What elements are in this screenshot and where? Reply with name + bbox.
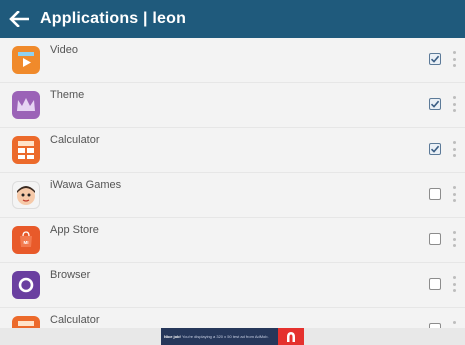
checkmark-icon	[430, 55, 440, 63]
back-arrow-icon[interactable]	[8, 8, 30, 30]
svg-text:MI: MI	[24, 240, 29, 245]
ad-banner-bar: Nice job! You're displaying a 320 x 50 t…	[0, 328, 465, 345]
more-options-icon[interactable]	[451, 231, 457, 247]
ad-lead: Nice job!	[164, 334, 181, 339]
video-app-icon	[12, 46, 40, 74]
calculator-app-icon	[12, 136, 40, 164]
more-options-icon[interactable]	[451, 321, 457, 328]
app-checkbox[interactable]	[429, 143, 441, 155]
list-item[interactable]: Browser	[0, 263, 465, 308]
calculator-app-icon	[12, 316, 40, 328]
app-name: Calculator	[50, 314, 100, 326]
more-options-icon[interactable]	[451, 276, 457, 292]
app-checkbox[interactable]	[429, 53, 441, 65]
app-name: Browser	[50, 269, 91, 281]
page-title: Applications | leon	[40, 10, 187, 27]
more-options-icon[interactable]	[451, 51, 457, 67]
list-item[interactable]: iWawa Games	[0, 173, 465, 218]
more-options-icon[interactable]	[451, 186, 457, 202]
ad-banner[interactable]: Nice job! You're displaying a 320 x 50 t…	[161, 328, 304, 345]
app-store-app-icon: MI	[12, 226, 40, 254]
ad-text: Nice job! You're displaying a 320 x 50 t…	[164, 334, 274, 339]
app-name: Theme	[50, 89, 85, 101]
app-name: iWawa Games	[50, 179, 122, 191]
iwawa-games-app-icon	[12, 181, 40, 209]
app-bar: Applications | leon	[0, 0, 465, 38]
list-item[interactable]: Video	[0, 38, 465, 83]
app-name: App Store	[50, 224, 99, 236]
app-checkbox[interactable]	[429, 98, 441, 110]
checkmark-icon	[430, 145, 440, 153]
app-checkbox[interactable]	[429, 278, 441, 290]
ad-message: You're displaying a 320 x 50 test ad fro…	[181, 334, 269, 339]
app-name: Video	[50, 44, 78, 56]
more-options-icon[interactable]	[451, 141, 457, 157]
list-item[interactable]: Calculator	[0, 308, 465, 328]
app-checkbox[interactable]	[429, 188, 441, 200]
admob-logo-icon	[278, 328, 304, 345]
app-checkbox[interactable]	[429, 233, 441, 245]
list-item[interactable]: Calculator	[0, 128, 465, 173]
more-options-icon[interactable]	[451, 96, 457, 112]
application-list: Video Theme Calculator iWawa Games MI Ap…	[0, 38, 465, 328]
list-item[interactable]: Theme	[0, 83, 465, 128]
browser-app-icon	[12, 271, 40, 299]
theme-app-icon	[12, 91, 40, 119]
checkmark-icon	[430, 100, 440, 108]
app-name: Calculator	[50, 134, 100, 146]
list-item[interactable]: MI App Store	[0, 218, 465, 263]
